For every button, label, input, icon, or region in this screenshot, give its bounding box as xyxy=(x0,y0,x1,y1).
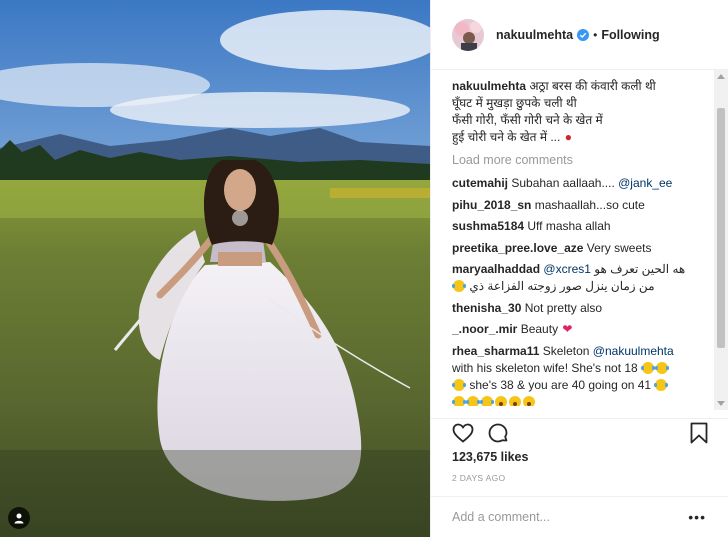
scrollbar-thumb[interactable] xyxy=(717,108,725,348)
laughing-tears-emoji-icon xyxy=(655,361,670,374)
comment-username[interactable]: pihu_2018_sn xyxy=(452,198,531,212)
comment-username[interactable]: preetika_pree.love_aze xyxy=(452,241,583,255)
scroll-up-icon[interactable] xyxy=(717,74,725,79)
load-more-comments-button[interactable]: Load more comments xyxy=(452,152,704,169)
comment-text: Not pretty also xyxy=(524,300,603,315)
laughing-tears-emoji-icon xyxy=(654,378,669,391)
person-tag-icon[interactable] xyxy=(8,507,30,529)
comment-text: Beauty xyxy=(520,322,559,336)
surprised-emoji-icon xyxy=(495,395,507,406)
caption-line: घूँघट में मुखड़ा छुपके चली थी xyxy=(452,96,577,110)
header-separator: • xyxy=(593,27,598,42)
comment-text: Skeleton xyxy=(542,343,590,358)
comment-item: rhea_sharma11 Skeleton @nakuulmehta with… xyxy=(452,343,704,406)
add-comment-bar: ••• xyxy=(431,496,728,537)
comment-item: _.noor_.mir Beauty ❤ xyxy=(452,321,704,338)
username-link[interactable]: nakuulmehta xyxy=(496,28,573,42)
comment-username[interactable]: sushma5184 xyxy=(452,219,524,233)
post-header: nakuulmehta • Following xyxy=(431,0,728,70)
comment-mention-link[interactable]: @jank_ee xyxy=(618,176,672,190)
comment-text: mashaallah...so cute xyxy=(534,197,645,212)
more-options-icon[interactable]: ••• xyxy=(688,510,706,524)
comment-text-line-2: من زمان ينزل صور زوجته الفزاعة ذي xyxy=(469,279,655,293)
laughing-tears-emoji-icon xyxy=(452,280,466,292)
verified-badge-icon xyxy=(577,28,590,41)
photo-image xyxy=(0,0,430,537)
laughing-tears-emoji-icon xyxy=(452,395,466,406)
post-photo[interactable] xyxy=(0,0,430,537)
comment-text-line-2: with his skeleton wife! She's not 18 xyxy=(452,360,638,375)
caption-line: अठ्रा बरस की कंवारी कली थी xyxy=(529,79,656,93)
comment-item: sushma5184 Uff masha allah xyxy=(452,218,704,235)
comment-username[interactable]: maryaalhaddad xyxy=(452,262,540,276)
speech-bubble-icon[interactable] xyxy=(486,421,510,448)
comment-text: هه الحين تعرف هو xyxy=(594,262,686,276)
dancer-emoji-icon: ● xyxy=(564,130,572,144)
laughing-tears-emoji-icon xyxy=(480,395,494,406)
caption-line: फँसी गोरी, फँसी गोरी चने के खेत में xyxy=(452,113,603,127)
comment-mention-link[interactable]: @nakuulmehta xyxy=(593,344,674,358)
comment-text: Very sweets xyxy=(586,240,652,255)
likes-count[interactable]: 123,675 likes xyxy=(452,450,528,464)
laughing-tears-emoji-icon xyxy=(466,395,480,406)
comment-text: Uff masha allah xyxy=(527,219,611,233)
comment-username[interactable]: rhea_sharma11 xyxy=(452,344,539,358)
caption-line: हुई चोरी चने के खेत में ... xyxy=(452,130,561,144)
comment-mention-link[interactable]: @xcres1 xyxy=(543,262,591,276)
caption-username[interactable]: nakuulmehta xyxy=(452,79,526,93)
laughing-tears-emoji-icon xyxy=(452,378,466,391)
avatar[interactable] xyxy=(452,18,484,51)
post-sidebar: nakuulmehta • Following nakuulmehta अठ्र… xyxy=(430,0,728,537)
comment-item: thenisha_30 Not pretty also xyxy=(452,300,704,317)
comment-text-line-3: she's 38 & you are 40 going on 41 xyxy=(469,377,652,392)
post-caption: nakuulmehta अठ्रा बरस की कंवारी कली थी घ… xyxy=(452,78,704,146)
comment-username[interactable]: thenisha_30 xyxy=(452,301,521,315)
add-comment-input[interactable] xyxy=(452,510,682,524)
surprised-emoji-icon xyxy=(509,395,521,406)
laughing-tears-emoji-icon xyxy=(641,361,656,374)
comments-list: nakuulmehta अठ्रा बरस की कंवारी कली थी घ… xyxy=(452,78,704,406)
surprised-emoji-icon xyxy=(523,395,535,406)
scroll-down-icon[interactable] xyxy=(717,401,725,406)
action-bar xyxy=(431,418,728,444)
bookmark-icon[interactable] xyxy=(688,421,710,448)
comment-username[interactable]: cutemahij xyxy=(452,176,508,190)
comment-username[interactable]: _.noor_.mir xyxy=(452,322,517,336)
comment-text: Subahan aallaah.... xyxy=(511,176,615,190)
comment-item: pihu_2018_sn mashaallah...so cute xyxy=(452,197,704,214)
comment-item: maryaalhaddad @xcres1 هه الحين تعرف هو م… xyxy=(452,261,704,295)
comment-item: cutemahij Subahan aallaah.... @jank_ee xyxy=(452,175,704,192)
heart-emoji-icon: ❤ xyxy=(562,322,573,336)
heart-icon[interactable] xyxy=(451,421,475,448)
comment-item: preetika_pree.love_aze Very sweets xyxy=(452,240,704,257)
following-button[interactable]: Following xyxy=(601,28,659,42)
comments-scrollbar[interactable] xyxy=(714,70,728,410)
instagram-post: nakuulmehta • Following nakuulmehta अठ्र… xyxy=(0,0,728,537)
post-date: 2 DAYS AGO xyxy=(452,473,506,483)
